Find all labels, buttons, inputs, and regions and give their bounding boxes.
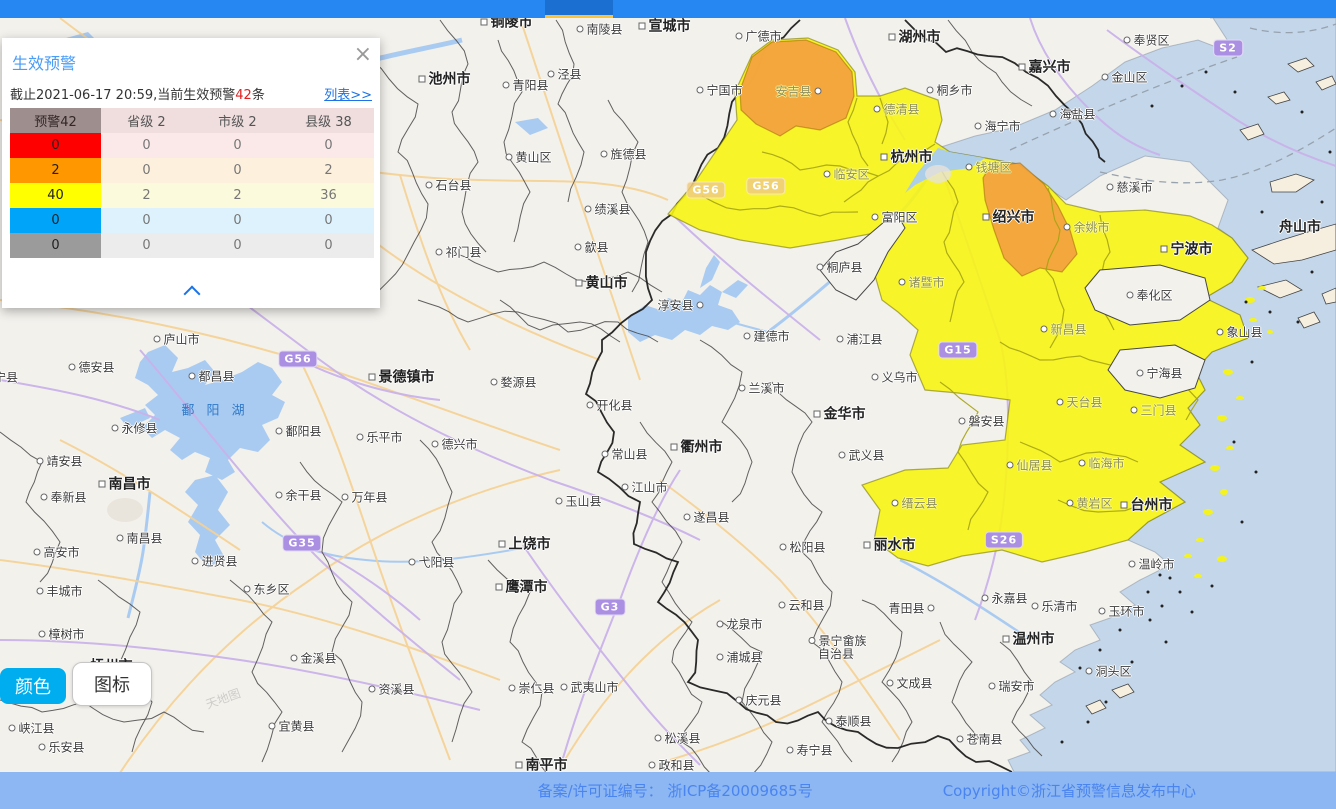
alert-table-row: 0000 xyxy=(10,208,374,233)
alert-table-cell: 0 xyxy=(192,158,283,183)
top-nav-bar xyxy=(0,0,1336,18)
alert-table-header-cell: 预警42 xyxy=(10,108,101,133)
alert-table-cell: 0 xyxy=(101,158,192,183)
summary-suffix: 条 xyxy=(252,88,265,103)
alert-table-cell: 2 xyxy=(101,183,192,208)
alert-table-cell: 0 xyxy=(101,233,192,258)
icon-mode-button[interactable]: 图标 xyxy=(72,662,152,706)
alert-table-cell: 0 xyxy=(283,133,374,158)
close-icon[interactable]: × xyxy=(354,44,372,66)
panel-title: 生效预警 xyxy=(12,50,76,74)
copyright-text: Copyright©浙江省预警信息发布中心 xyxy=(943,780,1196,801)
summary-prefix: 截止2021-06-17 20:59,当前生效预警 xyxy=(10,88,235,103)
alert-table-body: 0000200240223600000000 xyxy=(10,133,374,258)
active-tab-underline xyxy=(545,15,613,18)
alert-table-row: 2002 xyxy=(10,158,374,183)
panel-header: 生效预警 × xyxy=(2,38,380,78)
color-mode-button[interactable]: 颜色 xyxy=(0,668,66,704)
alert-table-cell: 0 xyxy=(10,133,101,158)
collapse-chevron-icon[interactable] xyxy=(184,286,201,303)
alert-table-cell: 0 xyxy=(10,233,101,258)
summary-line: 列表>> 截止2021-06-17 20:59,当前生效预警42条 xyxy=(10,84,372,103)
active-warnings-panel: 生效预警 × 列表>> 截止2021-06-17 20:59,当前生效预警42条… xyxy=(2,38,380,308)
summary-count: 42 xyxy=(235,88,252,103)
alert-table-cell: 40 xyxy=(10,183,101,208)
alert-table-cell: 2 xyxy=(283,158,374,183)
alert-table-head: 预警42省级 2市级 2县级 38 xyxy=(10,108,374,133)
alert-table-cell: 0 xyxy=(101,208,192,233)
alert-table-row: 0000 xyxy=(10,233,374,258)
list-link[interactable]: 列表>> xyxy=(324,84,372,103)
warning-region-orange-anji xyxy=(740,40,854,136)
alert-table-cell: 0 xyxy=(101,133,192,158)
alert-table-header-cell: 市级 2 xyxy=(192,108,283,133)
alert-table-header-cell: 省级 2 xyxy=(101,108,192,133)
icp-number: 备案/许可证编号： 浙ICP备20009685号 xyxy=(538,780,813,801)
alert-table: 预警42省级 2市级 2县级 38 0000200240223600000000 xyxy=(10,108,374,258)
alert-table-row: 402236 xyxy=(10,183,374,208)
alert-table-cell: 0 xyxy=(192,208,283,233)
alert-table-cell: 2 xyxy=(10,158,101,183)
footer-bar: 备案/许可证编号： 浙ICP备20009685号 Copyright©浙江省预警… xyxy=(0,772,1336,809)
alert-table-cell: 0 xyxy=(192,233,283,258)
alert-table-cell: 2 xyxy=(192,183,283,208)
alert-table-cell: 0 xyxy=(283,208,374,233)
alert-table-cell: 36 xyxy=(283,183,374,208)
alert-table-header-cell: 县级 38 xyxy=(283,108,374,133)
active-nav-tab[interactable] xyxy=(545,0,613,18)
alert-table-cell: 0 xyxy=(283,233,374,258)
alert-table-cell: 0 xyxy=(10,208,101,233)
app-window: 铜陵市南陵县宣城市广德市宁国市泾县青阳县池州市石台县黄山区旌德县绩溪县歙县祁门县… xyxy=(0,0,1336,809)
alert-table-row: 0000 xyxy=(10,133,374,158)
alert-table-cell: 0 xyxy=(192,133,283,158)
